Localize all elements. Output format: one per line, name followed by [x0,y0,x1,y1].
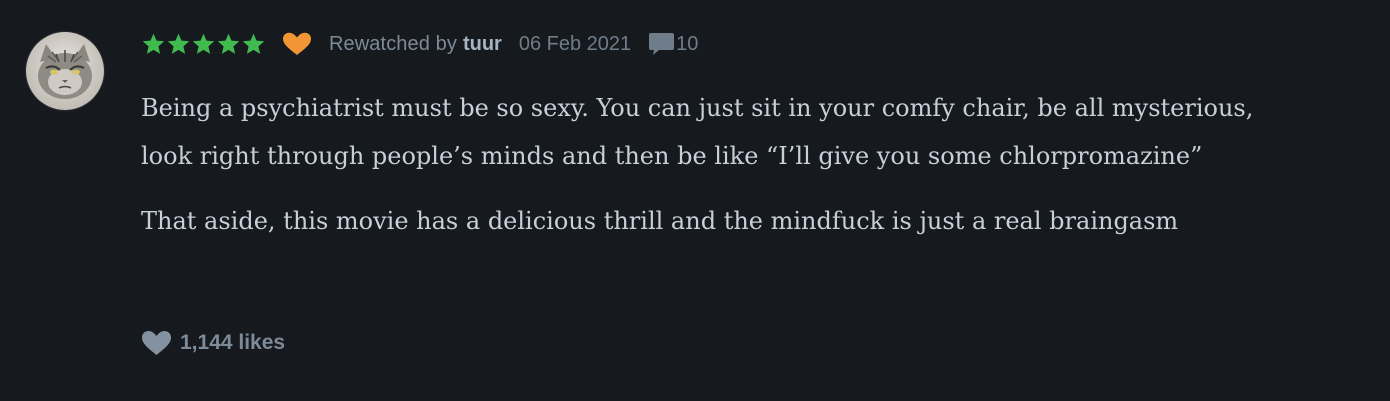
speech-bubble-icon[interactable] [648,31,675,57]
review-meta: Rewatched by tuur 06 Feb 2021 10 [141,28,698,60]
review-context-label: Rewatched by [329,32,457,55]
star-icon [242,33,265,54]
review-paragraph: Being a psychiatrist must be so sexy. Yo… [141,94,1254,170]
cat-avatar-image [26,32,104,110]
username-link[interactable]: tuur [463,33,502,56]
star-icon [167,33,190,54]
review-date[interactable]: 06 Feb 2021 [519,33,631,56]
likes-link[interactable]: 1,144 likes [141,328,285,358]
heart-icon[interactable] [141,330,172,356]
comment-count[interactable]: 10 [676,33,698,56]
heart-icon [283,32,311,55]
review-body: Being a psychiatrist must be so sexy. Yo… [141,84,1341,245]
star-icon [142,33,165,54]
avatar[interactable] [26,32,104,110]
likes-count[interactable]: 1,144 likes [180,331,285,355]
star-rating [141,32,266,57]
review-card: Rewatched by tuur 06 Feb 2021 10 Being a… [0,0,1390,401]
star-icon [192,33,215,54]
star-icon [217,33,240,54]
review-paragraph: That aside, this movie has a delicious t… [141,207,1179,235]
